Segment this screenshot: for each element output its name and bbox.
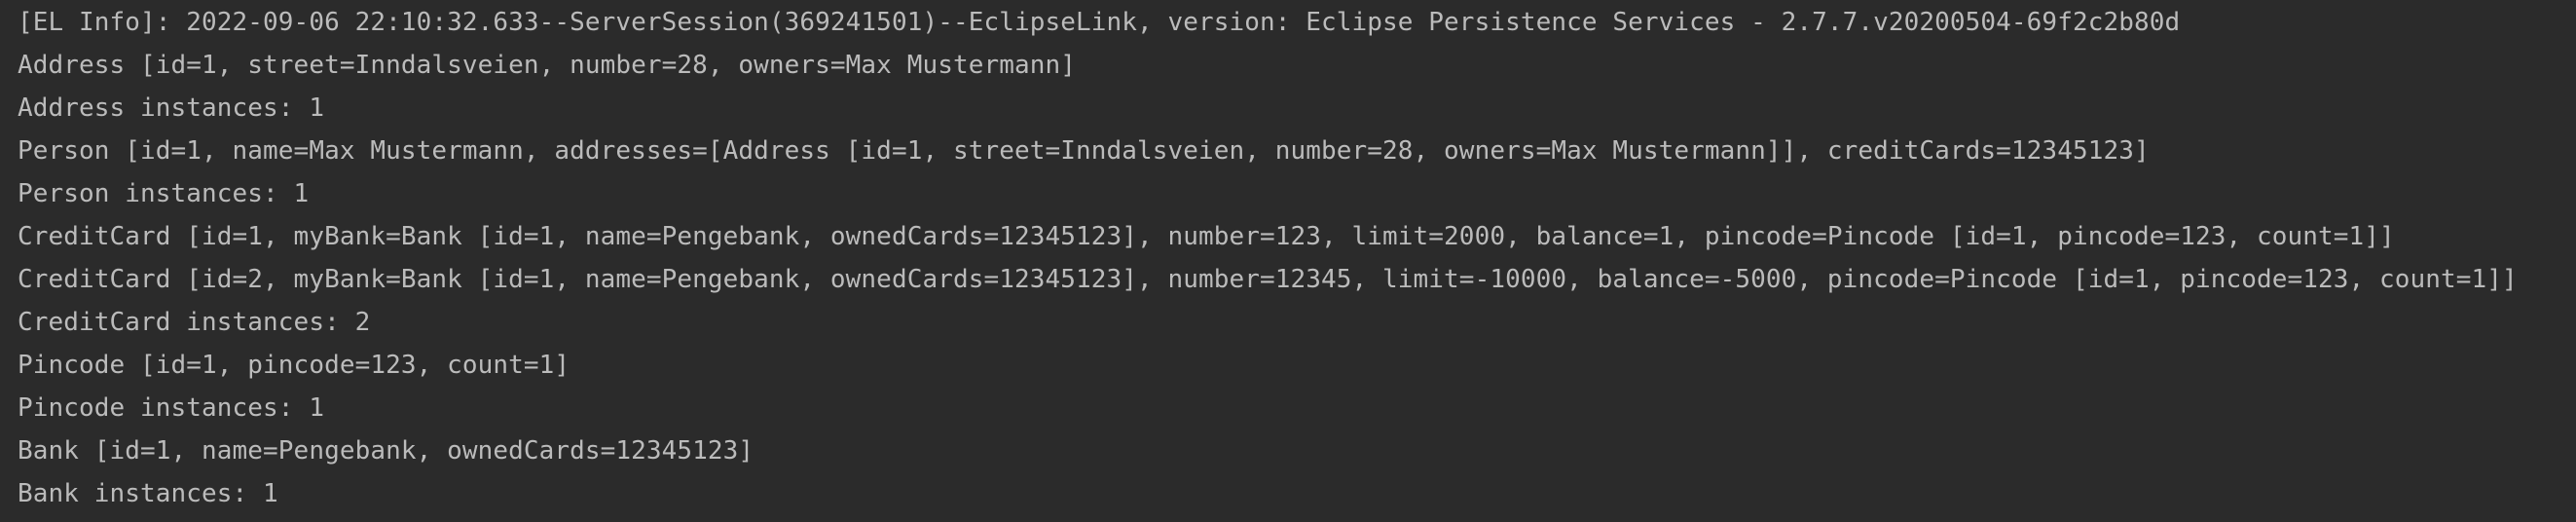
console-line-creditcard-1: CreditCard [id=1, myBank=Bank [id=1, nam… bbox=[18, 222, 2395, 251]
console-line-pincode: Pincode [id=1, pincode=123, count=1] bbox=[18, 351, 570, 380]
console-line-el-info: [EL Info]: 2022-09-06 22:10:32.633--Serv… bbox=[18, 8, 2181, 37]
console-line-bank-count: Bank instances: 1 bbox=[18, 479, 278, 508]
console-line-address: Address [id=1, street=Inndalsveien, numb… bbox=[18, 51, 1076, 80]
console-line-creditcard-2: CreditCard [id=2, myBank=Bank [id=1, nam… bbox=[18, 265, 2518, 294]
console-output[interactable]: [EL Info]: 2022-09-06 22:10:32.633--Serv… bbox=[0, 0, 2576, 522]
console-line-bank: Bank [id=1, name=Pengebank, ownedCards=1… bbox=[18, 436, 754, 466]
console-line-person-count: Person instances: 1 bbox=[18, 179, 310, 208]
console-line-person: Person [id=1, name=Max Mustermann, addre… bbox=[18, 136, 2150, 166]
console-line-pincode-count: Pincode instances: 1 bbox=[18, 393, 325, 423]
console-line-address-count: Address instances: 1 bbox=[18, 93, 325, 123]
console-line-creditcard-count: CreditCard instances: 2 bbox=[18, 308, 371, 337]
